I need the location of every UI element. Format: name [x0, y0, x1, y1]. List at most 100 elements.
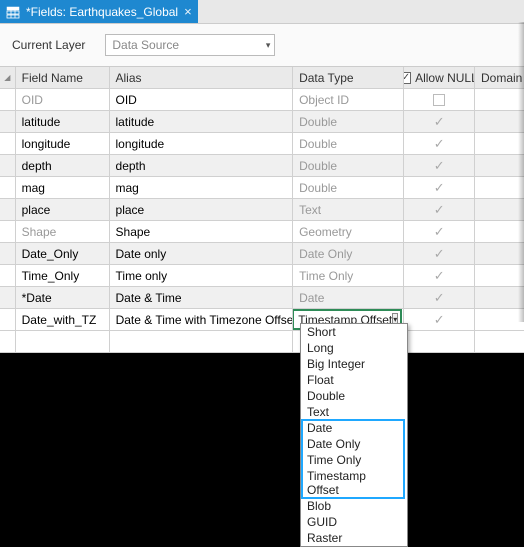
domain-cell[interactable] — [475, 199, 524, 220]
data-type-cell[interactable]: Date Only — [293, 243, 404, 264]
domain-cell[interactable] — [475, 111, 524, 132]
table-row[interactable]: Date_OnlyDate onlyDate Only✓ — [0, 243, 524, 265]
field-name-cell[interactable]: mag — [16, 177, 110, 198]
allow-null-cell[interactable]: ✓ — [404, 155, 475, 176]
data-type-cell[interactable]: Text — [293, 199, 404, 220]
allow-null-cell[interactable]: ✓ — [404, 287, 475, 308]
table-row[interactable]: latitudelatitudeDouble✓ — [0, 111, 524, 133]
row-selector[interactable] — [0, 265, 16, 286]
new-row[interactable] — [0, 331, 524, 353]
data-type-cell[interactable]: Time Only — [293, 265, 404, 286]
data-type-cell[interactable]: Double — [293, 111, 404, 132]
alias-cell[interactable]: place — [110, 199, 294, 220]
row-selector[interactable] — [0, 199, 16, 220]
field-name-cell[interactable]: Date_Only — [16, 243, 110, 264]
dropdown-option[interactable]: Float — [301, 372, 407, 388]
dropdown-option[interactable]: Blob — [301, 498, 407, 514]
header-alias[interactable]: Alias — [110, 67, 294, 88]
alias-cell[interactable]: Time only — [110, 265, 294, 286]
row-selector[interactable] — [0, 221, 16, 242]
allow-null-cell[interactable]: ✓ — [404, 221, 475, 242]
dropdown-option[interactable]: Timestamp Offset — [301, 468, 407, 498]
table-row[interactable]: *DateDate & TimeDate✓ — [0, 287, 524, 309]
table-row[interactable]: placeplaceText✓ — [0, 199, 524, 221]
field-name-cell[interactable]: Shape — [16, 221, 110, 242]
data-type-cell[interactable]: Geometry — [293, 221, 404, 242]
header-field-name[interactable]: Field Name — [16, 67, 110, 88]
data-type-cell[interactable]: Date — [293, 287, 404, 308]
row-selector[interactable] — [0, 155, 16, 176]
table-row[interactable]: ShapeShapeGeometry✓ — [0, 221, 524, 243]
dropdown-option[interactable]: Date Only — [301, 436, 407, 452]
row-selector[interactable] — [0, 89, 16, 110]
dropdown-option[interactable]: Long — [301, 340, 407, 356]
dropdown-option[interactable]: Date — [301, 420, 407, 436]
row-selector[interactable] — [0, 243, 16, 264]
close-icon[interactable]: × — [184, 5, 192, 18]
header-data-type[interactable]: Data Type — [293, 67, 404, 88]
tab-fields[interactable]: *Fields: Earthquakes_Global × — [0, 0, 198, 23]
row-selector[interactable] — [0, 111, 16, 132]
data-type-cell[interactable]: Double — [293, 155, 404, 176]
table-row[interactable]: Time_OnlyTime onlyTime Only✓ — [0, 265, 524, 287]
row-selector[interactable] — [0, 287, 16, 308]
domain-cell[interactable] — [475, 265, 524, 286]
alias-cell[interactable]: longitude — [110, 133, 294, 154]
header-domain[interactable]: Domain — [475, 67, 524, 88]
alias-cell[interactable]: Date only — [110, 243, 294, 264]
data-type-dropdown-list[interactable]: ShortLongBig IntegerFloatDoubleTextDateD… — [300, 323, 408, 547]
field-name-cell[interactable]: Time_Only — [16, 265, 110, 286]
allow-null-cell[interactable]: ✓ — [404, 199, 475, 220]
data-type-cell[interactable]: Object ID — [293, 89, 404, 110]
allow-null-cell[interactable]: ✓ — [404, 265, 475, 286]
dropdown-option[interactable]: Raster — [301, 530, 407, 546]
field-name-cell[interactable]: longitude — [16, 133, 110, 154]
field-name-cell[interactable]: Date_with_TZ — [16, 309, 110, 330]
row-selector[interactable] — [0, 309, 16, 330]
dropdown-option[interactable]: Big Integer — [301, 356, 407, 372]
table-row[interactable]: magmagDouble✓ — [0, 177, 524, 199]
data-type-cell[interactable]: Double — [293, 177, 404, 198]
domain-cell[interactable] — [475, 287, 524, 308]
allow-null-cell[interactable]: ✓ — [404, 243, 475, 264]
alias-cell[interactable]: Shape — [110, 221, 294, 242]
domain-cell[interactable] — [475, 89, 524, 110]
allow-null-cell[interactable]: ✓ — [404, 133, 475, 154]
alias-cell[interactable]: depth — [110, 155, 294, 176]
allow-null-cell[interactable]: ✓ — [404, 309, 475, 330]
table-row[interactable]: OIDOIDObject ID — [0, 89, 524, 111]
alias-cell[interactable]: Date & Time — [110, 287, 294, 308]
alias-cell[interactable]: mag — [110, 177, 294, 198]
table-row[interactable]: Date_with_TZDate & Time with Timezone Of… — [0, 309, 524, 331]
header-allow-null[interactable]: ✓ Allow NULL — [404, 67, 475, 88]
allow-null-cell[interactable]: ✓ — [404, 177, 475, 198]
allow-null-cell[interactable]: ✓ — [404, 111, 475, 132]
current-layer-dropdown[interactable]: Data Source ▾ — [105, 34, 275, 56]
data-type-cell[interactable]: Double — [293, 133, 404, 154]
field-name-cell[interactable]: *Date — [16, 287, 110, 308]
alias-cell[interactable]: latitude — [110, 111, 294, 132]
dropdown-option[interactable]: Text — [301, 404, 407, 420]
table-row[interactable]: depthdepthDouble✓ — [0, 155, 524, 177]
field-name-cell[interactable]: place — [16, 199, 110, 220]
field-name-cell[interactable]: latitude — [16, 111, 110, 132]
dropdown-option[interactable]: Short — [301, 324, 407, 340]
row-selector[interactable] — [0, 177, 16, 198]
dropdown-option[interactable]: Double — [301, 388, 407, 404]
alias-cell[interactable]: Date & Time with Timezone Offset — [110, 309, 294, 330]
table-row[interactable]: longitudelongitudeDouble✓ — [0, 133, 524, 155]
allow-null-cell[interactable] — [404, 89, 475, 110]
domain-cell[interactable] — [475, 309, 524, 330]
domain-cell[interactable] — [475, 177, 524, 198]
domain-cell[interactable] — [475, 133, 524, 154]
field-name-cell[interactable]: depth — [16, 155, 110, 176]
alias-cell[interactable]: OID — [110, 89, 294, 110]
domain-cell[interactable] — [475, 221, 524, 242]
header-row-selector[interactable]: ◢ — [0, 67, 16, 88]
dropdown-option[interactable]: GUID — [301, 514, 407, 530]
row-selector[interactable] — [0, 133, 16, 154]
domain-cell[interactable] — [475, 155, 524, 176]
field-name-cell[interactable]: OID — [16, 89, 110, 110]
domain-cell[interactable] — [475, 243, 524, 264]
dropdown-option[interactable]: Time Only — [301, 452, 407, 468]
